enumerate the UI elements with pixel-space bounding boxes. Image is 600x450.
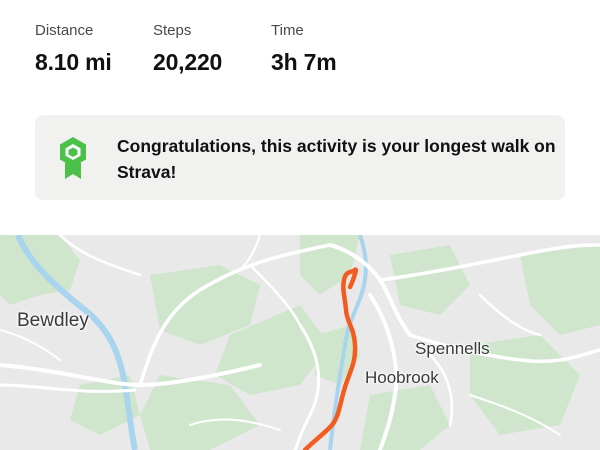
stat-time-label: Time: [271, 22, 304, 39]
map-canvas: [0, 235, 600, 450]
map-label-hoobrook: Hoobrook: [365, 368, 439, 387]
stat-steps-value: 20,220: [153, 49, 223, 75]
stat-steps-label: Steps: [153, 22, 192, 39]
stat-distance-value: 8.10 mi: [35, 49, 112, 75]
stat-time: Time 3h 7m: [271, 22, 371, 76]
activity-stats: Distance 8.10 mi Steps 20,220 Time 3h 7m: [35, 22, 371, 76]
map-label-bewdley: Bewdley: [17, 310, 89, 331]
award-badge-icon: [60, 137, 86, 179]
map-label-spennells: Spennells: [415, 339, 490, 358]
stat-time-value: 3h 7m: [271, 49, 337, 75]
achievement-banner[interactable]: Congratulations, this activity is your l…: [35, 115, 565, 200]
route-map[interactable]: Bewdley Spennells Hoobrook: [0, 235, 600, 450]
stat-steps: Steps 20,220: [153, 22, 271, 76]
stat-distance: Distance 8.10 mi: [35, 22, 153, 76]
achievement-message: Congratulations, this activity is your l…: [117, 136, 556, 182]
stat-distance-label: Distance: [35, 22, 94, 39]
